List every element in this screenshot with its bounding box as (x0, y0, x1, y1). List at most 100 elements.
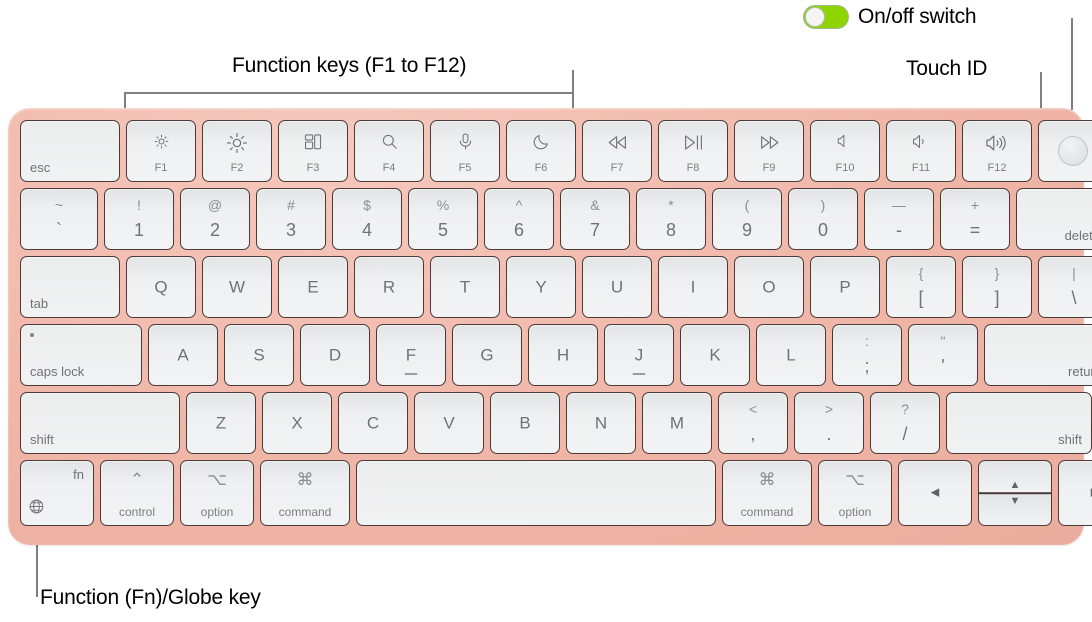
key-f11[interactable]: F11 (886, 120, 956, 182)
key-comma-less[interactable]: <, (718, 392, 788, 454)
key-key-d[interactable]: D (300, 324, 370, 386)
key-grave-tilde[interactable]: ~ ` (20, 188, 98, 250)
key-key-p[interactable]: P (810, 256, 880, 318)
key-command-right[interactable]: ⌘ command (722, 460, 812, 526)
key-fn-globe[interactable]: fn (20, 460, 94, 526)
key-primary-legend: - (896, 220, 902, 240)
key-f7[interactable]: F7 (582, 120, 652, 182)
key-f2[interactable]: F2 (202, 120, 272, 182)
key-option-left[interactable]: ⌥ option (180, 460, 254, 526)
key-key-z[interactable]: Z (186, 392, 256, 454)
key-key-l[interactable]: L (756, 324, 826, 386)
key-key-w[interactable]: W (202, 256, 272, 318)
key-tab[interactable]: tab (20, 256, 120, 318)
key-letter: H (556, 345, 570, 365)
key-semicolon-colon[interactable]: :; (832, 324, 902, 386)
key-digit-6[interactable]: ^ 6 (484, 188, 554, 250)
key-touch-id[interactable] (1038, 120, 1092, 182)
keyboard-row-home: caps lockAS D FG H JK L:;"'return (20, 324, 1092, 386)
touch-id-icon[interactable] (1058, 136, 1088, 166)
key-slash-question[interactable]: ? / (870, 392, 940, 454)
key-f10[interactable]: F10 (810, 120, 880, 182)
key-caps-lock[interactable]: caps lock (20, 324, 142, 386)
key-arrow-up-down[interactable]: ▲ ▼ (978, 460, 1052, 526)
key-f6[interactable]: F6 (506, 120, 576, 182)
key-equal-plus[interactable]: + = (940, 188, 1010, 250)
key-fn-label: F3 (306, 162, 320, 174)
key-arrow-up[interactable]: ▲ (978, 460, 1052, 493)
key-option-right[interactable]: ⌥ option (818, 460, 892, 526)
key-digit-9[interactable]: (9 (712, 188, 782, 250)
key-key-x[interactable]: X (262, 392, 332, 454)
key-key-v[interactable]: V (414, 392, 484, 454)
key-key-e[interactable]: E (278, 256, 348, 318)
key-digit-0[interactable]: ) 0 (788, 188, 858, 250)
key-letter: B (519, 413, 531, 433)
key-period-greater[interactable]: >. (794, 392, 864, 454)
key-delete[interactable]: delete (1016, 188, 1092, 250)
key-shift-left[interactable]: shift (20, 392, 180, 454)
key-key-q[interactable]: Q (126, 256, 196, 318)
key-esc[interactable]: esc (20, 120, 120, 182)
globe-icon (28, 498, 45, 520)
key-arrow-left[interactable]: ◀ (898, 460, 972, 526)
key-letter: L (786, 345, 796, 365)
key-digit-8[interactable]: * 8 (636, 188, 706, 250)
key-primary-legend: / (902, 424, 908, 444)
key-key-o[interactable]: O (734, 256, 804, 318)
callout-function-keys-leader-h (124, 92, 574, 94)
key-key-n[interactable]: N (566, 392, 636, 454)
key-f3[interactable]: F3 (278, 120, 348, 182)
key-shift-legend: * (668, 197, 674, 213)
key-key-m[interactable]: M (642, 392, 712, 454)
key-arrow-right[interactable]: ▶ (1058, 460, 1092, 526)
key-key-b[interactable]: B (490, 392, 560, 454)
key-key-j[interactable]: J (604, 324, 674, 386)
key-f1[interactable]: F1 (126, 120, 196, 182)
key-key-c[interactable]: C (338, 392, 408, 454)
arrow-glyph: ▶ (1059, 487, 1092, 499)
key-digit-2[interactable]: @2 (180, 188, 250, 250)
key-digit-3[interactable]: #3 (256, 188, 326, 250)
key-f9[interactable]: F9 (734, 120, 804, 182)
key-key-r[interactable]: R (354, 256, 424, 318)
key-key-k[interactable]: K (680, 324, 750, 386)
key-f5[interactable]: F5 (430, 120, 500, 182)
key-f8[interactable]: F8 (658, 120, 728, 182)
key-fn-text: fn (73, 467, 84, 482)
key-backslash-pipe[interactable]: | \ (1038, 256, 1092, 318)
key-digit-7[interactable]: & 7 (560, 188, 630, 250)
key-modifier-label: control (118, 505, 156, 519)
key-space[interactable] (356, 460, 716, 526)
key-shift-right[interactable]: shift (946, 392, 1092, 454)
key-control-left[interactable]: ⌃ control (100, 460, 174, 526)
key-minus-underscore[interactable]: — - (864, 188, 934, 250)
on-off-switch-icon (803, 5, 849, 29)
key-letter: Y (535, 277, 547, 297)
key-return[interactable]: return (984, 324, 1092, 386)
key-bracket-left[interactable]: {[ (886, 256, 956, 318)
key-letter: D (328, 345, 342, 365)
key-key-g[interactable]: G (452, 324, 522, 386)
key-primary-legend: \ (1071, 288, 1077, 308)
key-key-i[interactable]: I (658, 256, 728, 318)
keyboard-diagram: Function keys (F1 to F12) On/off switch … (0, 0, 1092, 622)
key-command-left[interactable]: ⌘ command (260, 460, 350, 526)
key-key-a[interactable]: A (148, 324, 218, 386)
key-digit-5[interactable]: % 5 (408, 188, 478, 250)
key-quote-doublequote[interactable]: " ' (908, 324, 978, 386)
key-bracket-right[interactable]: }] (962, 256, 1032, 318)
key-arrow-down[interactable]: ▼ (978, 493, 1052, 526)
key-key-f[interactable]: F (376, 324, 446, 386)
key-key-t[interactable]: T (430, 256, 500, 318)
key-digit-4[interactable]: $4 (332, 188, 402, 250)
key-f12[interactable]: F12 (962, 120, 1032, 182)
key-digit-1[interactable]: ! 1 (104, 188, 174, 250)
key-key-s[interactable]: S (224, 324, 294, 386)
key-shift-legend: } (994, 265, 1000, 281)
key-f4[interactable]: F4 (354, 120, 424, 182)
key-primary-legend: 1 (133, 220, 144, 240)
key-key-u[interactable]: U (582, 256, 652, 318)
key-key-y[interactable]: Y (506, 256, 576, 318)
key-key-h[interactable]: H (528, 324, 598, 386)
